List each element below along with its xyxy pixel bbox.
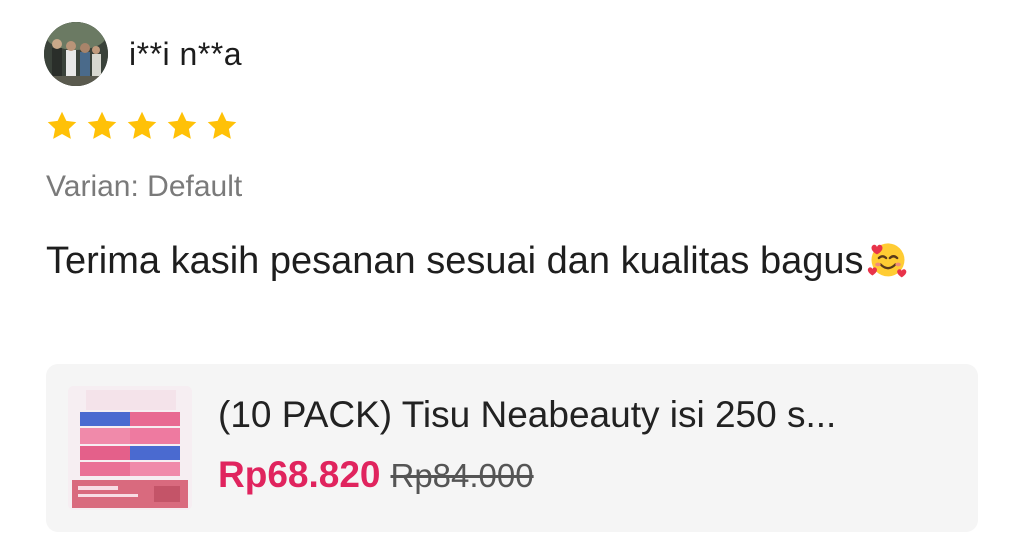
review-item: i**i n**a Varian: Default Terima kasih p… [0, 0, 1024, 543]
user-photo-avatar-icon [44, 22, 108, 86]
price-current: Rp68.820 [218, 454, 381, 495]
star-icon [167, 111, 197, 139]
star-icon [127, 111, 157, 139]
tissue-pack-image-icon [68, 386, 192, 510]
product-card[interactable]: (10 PACK) Tisu Neabeauty isi 250 s... Rp… [46, 364, 978, 532]
reviewer-name: i**i n**a [129, 36, 243, 72]
price-original: Rp84.000 [390, 457, 534, 494]
avatar[interactable] [44, 22, 108, 86]
review-body: Terima kasih pesanan sesuai dan kualitas… [46, 236, 946, 286]
rating-stars [44, 108, 240, 144]
star-icon [207, 111, 237, 139]
product-title[interactable]: (10 PACK) Tisu Neabeauty isi 250 s... [218, 392, 958, 438]
price-row: Rp68.820 Rp84.000 [218, 452, 534, 499]
product-thumbnail[interactable] [68, 386, 192, 510]
review-text: Terima kasih pesanan sesuai dan kualitas… [46, 240, 864, 282]
star-icon [87, 111, 117, 139]
star-icon [47, 111, 77, 139]
variant-label: Varian: Default [46, 170, 243, 203]
smiling-face-with-hearts-icon [867, 243, 906, 278]
